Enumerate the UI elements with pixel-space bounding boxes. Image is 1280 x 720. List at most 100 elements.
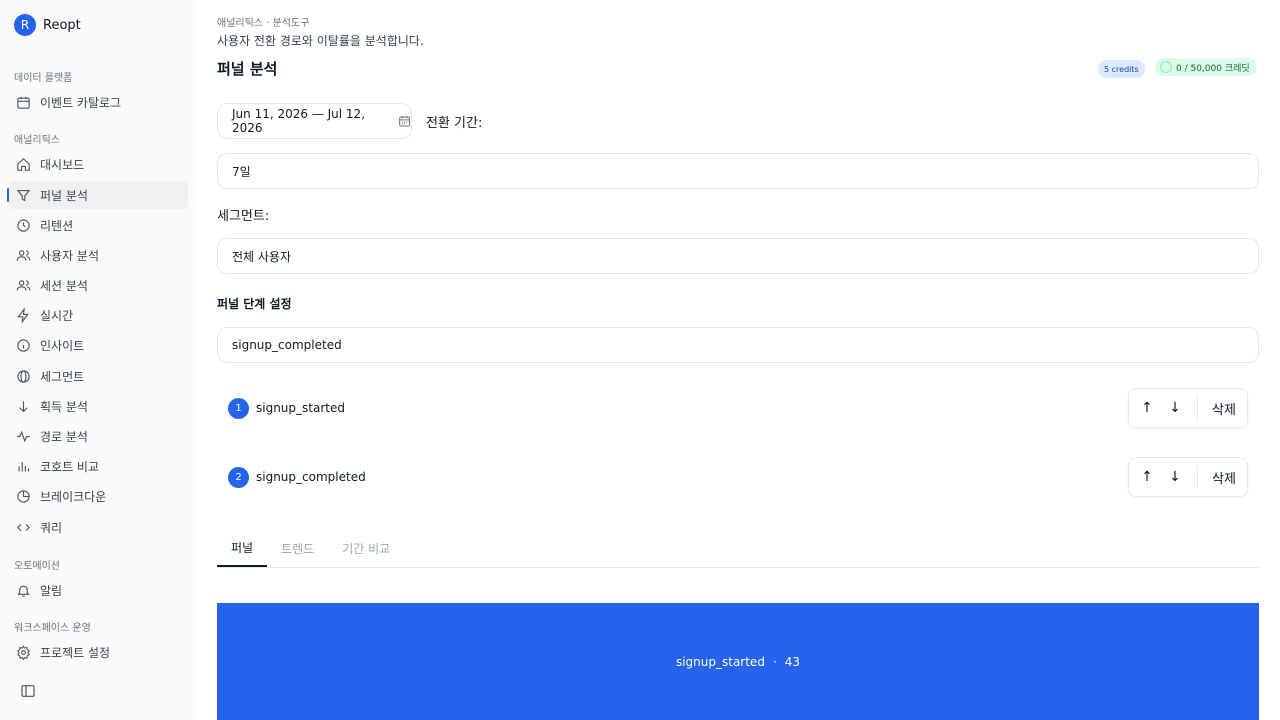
activity-icon xyxy=(16,429,31,444)
step-controls: ↑ ↓ 삭제 xyxy=(1128,457,1248,497)
move-down-button[interactable]: ↓ xyxy=(1161,457,1189,497)
funnel-steps-heading: 퍼널 단계 설정 xyxy=(217,297,292,311)
sidebar-item-funnel[interactable]: 퍼널 분석 xyxy=(7,181,188,209)
users-icon xyxy=(16,278,31,293)
clock-icon xyxy=(16,218,31,233)
funnel-step-row: 1 signup_started ↑ ↓ 삭제 xyxy=(228,388,1248,428)
step-event-input-value: signup_completed xyxy=(232,338,342,352)
sidebar-item-label: 경로 분석 xyxy=(40,429,88,444)
funnel-step-bar[interactable]: signup_started · 43 xyxy=(217,603,1259,720)
sidebar-item-label: 획득 분석 xyxy=(40,399,88,414)
sidebar-item-label: 프로젝트 설정 xyxy=(40,645,111,660)
section-label-data-platform: 데이터 플랫폼 xyxy=(14,73,73,84)
workspace-avatar: R xyxy=(14,14,36,36)
section-label-analytics: 애널리틱스 xyxy=(14,135,60,146)
info-icon xyxy=(16,338,31,353)
sidebar: R Reopt 데이터 플랫폼 이벤트 카탈로그 애널리틱스 대시보드 퍼널 분… xyxy=(0,0,196,720)
home-icon xyxy=(16,157,31,172)
bar-chart-icon xyxy=(16,459,31,474)
funnel-bar-count: 43 xyxy=(784,654,801,669)
sidebar-item-acquisition[interactable]: 획득 분석 xyxy=(8,392,188,420)
funnel-bar-step-name: signup_started xyxy=(675,654,765,669)
calendar-icon xyxy=(398,116,410,127)
tab-trend[interactable]: 트렌드 xyxy=(267,529,328,567)
sidebar-item-query[interactable]: 쿼리 xyxy=(8,513,188,541)
sidebar-item-cohort-compare[interactable]: 코호트 비교 xyxy=(8,452,188,480)
section-label-workspace: 워크스페이스 운영 xyxy=(14,623,91,634)
gear-icon xyxy=(16,644,31,660)
sidebar-item-label: 코호트 비교 xyxy=(40,459,100,474)
sidebar-item-dashboard[interactable]: 대시보드 xyxy=(8,150,188,178)
move-up-button[interactable]: ↑ xyxy=(1133,457,1161,497)
sidebar-item-label: 브레이크다운 xyxy=(40,489,107,504)
move-up-button[interactable]: ↑ xyxy=(1133,388,1161,428)
sidebar-item-retention[interactable]: 리텐션 xyxy=(8,211,188,239)
segment-select[interactable]: 전체 사용자 xyxy=(217,238,1259,274)
step-number-badge: 1 xyxy=(228,397,249,419)
step-event-name: signup_completed xyxy=(256,470,366,484)
lightning-icon xyxy=(16,307,31,323)
sidebar-item-label: 알림 xyxy=(40,583,63,598)
sidebar-item-insights[interactable]: 인사이트 xyxy=(8,331,188,359)
step-number-badge: 2 xyxy=(228,466,249,488)
sidebar-item-user-analysis[interactable]: 사용자 분석 xyxy=(8,241,188,269)
sidebar-item-project-settings[interactable]: 프로젝트 설정 xyxy=(8,638,188,666)
sidebar-item-label: 리텐션 xyxy=(40,218,74,233)
breadcrumb: 애널리틱스 · 분석도구 xyxy=(217,18,310,29)
sidebar-item-label: 이벤트 카탈로그 xyxy=(40,95,122,110)
funnel-icon xyxy=(16,188,31,203)
page-title: 퍼널 분석 xyxy=(217,60,278,78)
sidebar-item-label: 쿼리 xyxy=(40,520,63,535)
workspace-name: Reopt xyxy=(43,17,81,33)
date-range-picker[interactable]: Jun 11, 2026 — Jul 12, 2026 xyxy=(217,103,412,139)
segment-icon xyxy=(16,369,31,384)
funnel-step-row: 2 signup_completed ↑ ↓ 삭제 xyxy=(228,457,1248,497)
segment-label: 세그먼트: xyxy=(217,209,270,224)
conversion-window-value: 7일 xyxy=(232,164,251,179)
sidebar-item-path-analysis[interactable]: 경로 분석 xyxy=(8,422,188,450)
controls-divider xyxy=(1197,397,1198,419)
sidebar-item-label: 실시간 xyxy=(40,308,74,323)
workspace-brand[interactable]: R Reopt xyxy=(14,14,81,36)
step-controls: ↑ ↓ 삭제 xyxy=(1128,388,1248,428)
bell-icon xyxy=(16,583,31,598)
step-event-input[interactable]: signup_completed xyxy=(217,327,1259,363)
code-icon xyxy=(16,520,31,535)
sidebar-item-session-analysis[interactable]: 세션 분석 xyxy=(8,271,188,299)
funnel-bar-separator: · xyxy=(772,654,777,669)
step-event-name: signup_started xyxy=(256,401,345,415)
sidebar-item-label: 세션 분석 xyxy=(40,278,88,293)
page-subtitle: 사용자 전환 경로와 이탈률을 분석합니다. xyxy=(217,34,424,48)
controls-divider xyxy=(1197,466,1198,488)
sidebar-item-label: 인사이트 xyxy=(40,338,85,353)
conversion-window-select[interactable]: 7일 xyxy=(217,153,1259,189)
move-down-button[interactable]: ↓ xyxy=(1161,388,1189,428)
sidebar-item-alerts[interactable]: 알림 xyxy=(8,576,188,604)
sidebar-item-label: 사용자 분석 xyxy=(40,248,100,263)
sidebar-item-label: 세그먼트 xyxy=(40,369,85,384)
sidebar-toggle-icon[interactable] xyxy=(20,683,36,699)
sidebar-item-segments[interactable]: 세그먼트 xyxy=(8,362,188,390)
sidebar-item-label: 대시보드 xyxy=(40,157,85,172)
sidebar-item-realtime[interactable]: 실시간 xyxy=(8,301,188,329)
pie-chart-icon xyxy=(16,489,31,504)
tab-period-compare[interactable]: 기간 비교 xyxy=(328,529,404,567)
credit-balance-text: 0 / 50,000 크레딧 xyxy=(1176,63,1250,74)
conversion-window-label: 전환 기간: xyxy=(426,116,483,131)
view-tabs: 퍼널 트렌드 기간 비교 xyxy=(217,529,1259,568)
balance-ring-icon xyxy=(1160,61,1172,73)
delete-step-button[interactable]: 삭제 xyxy=(1204,399,1244,418)
arrow-down-icon xyxy=(16,399,31,414)
credits-badge: 5 credits xyxy=(1098,60,1145,78)
users-icon xyxy=(16,248,31,263)
tab-funnel[interactable]: 퍼널 xyxy=(217,529,268,567)
credit-balance-badge: 0 / 50,000 크레딧 xyxy=(1155,58,1257,76)
calendar-icon xyxy=(16,95,31,110)
sidebar-item-event-catalog[interactable]: 이벤트 카탈로그 xyxy=(8,88,188,116)
delete-step-button[interactable]: 삭제 xyxy=(1204,468,1244,487)
date-range-text: Jun 11, 2026 — Jul 12, 2026 xyxy=(232,107,366,135)
segment-value: 전체 사용자 xyxy=(232,249,292,264)
sidebar-item-breakdown[interactable]: 브레이크다운 xyxy=(8,482,188,510)
sidebar-item-label: 퍼널 분석 xyxy=(40,188,88,203)
section-label-automation: 오토메이션 xyxy=(14,561,60,572)
